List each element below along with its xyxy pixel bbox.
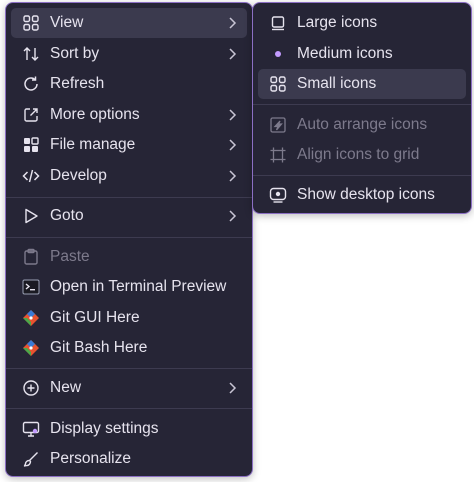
terminal-icon bbox=[21, 277, 41, 297]
menu-item-open-terminal-preview[interactable]: Open in Terminal Preview bbox=[11, 272, 247, 302]
view-submenu: Large icons Medium icons Small icons Aut… bbox=[252, 2, 472, 214]
menu-item-label: View bbox=[50, 14, 84, 31]
menu-item-paste: Paste bbox=[11, 242, 247, 272]
menu-item-label: Small icons bbox=[297, 75, 377, 92]
git-icon bbox=[21, 338, 41, 358]
refresh-icon bbox=[21, 74, 41, 94]
menu-separator bbox=[6, 237, 252, 238]
menu-item-label: Show desktop icons bbox=[297, 186, 435, 203]
menu-item-git-bash-here[interactable]: Git Bash Here bbox=[11, 333, 247, 363]
menu-item-label: Develop bbox=[50, 167, 107, 184]
menu-item-label: Goto bbox=[50, 207, 84, 224]
menu-item-label: Sort by bbox=[50, 45, 100, 62]
menu-item-view[interactable]: View bbox=[11, 8, 247, 38]
display-icon bbox=[21, 419, 41, 439]
menu-item-label: Display settings bbox=[50, 420, 159, 437]
chevron-right-icon bbox=[225, 169, 239, 183]
grid-icon bbox=[21, 13, 41, 33]
menu-separator bbox=[253, 104, 471, 105]
menu-item-label: Git GUI Here bbox=[50, 309, 140, 326]
menu-item-label: Personalize bbox=[50, 450, 131, 467]
dot-icon bbox=[268, 44, 288, 64]
menu-item-goto[interactable]: Goto bbox=[11, 201, 247, 231]
chevron-right-icon bbox=[225, 16, 239, 30]
menu-item-display-settings[interactable]: Display settings bbox=[11, 414, 247, 444]
chevron-right-icon bbox=[225, 108, 239, 122]
menu-item-sort-by[interactable]: Sort by bbox=[11, 39, 247, 69]
menu-item-git-gui-here[interactable]: Git GUI Here bbox=[11, 303, 247, 333]
code-icon bbox=[21, 166, 41, 186]
square-icon bbox=[268, 13, 288, 33]
menu-item-personalize[interactable]: Personalize bbox=[11, 444, 247, 474]
submenu-item-large-icons[interactable]: Large icons bbox=[258, 8, 466, 38]
menu-separator bbox=[6, 368, 252, 369]
menu-separator bbox=[6, 408, 252, 409]
clipboard-icon bbox=[21, 247, 41, 267]
git-icon bbox=[21, 308, 41, 328]
sort-icon bbox=[21, 44, 41, 64]
menu-item-label: Open in Terminal Preview bbox=[50, 278, 227, 295]
submenu-item-small-icons[interactable]: Small icons bbox=[258, 69, 466, 99]
menu-separator bbox=[6, 197, 252, 198]
submenu-item-medium-icons[interactable]: Medium icons bbox=[258, 39, 466, 69]
menu-item-label: Large icons bbox=[297, 14, 378, 31]
chevron-right-icon bbox=[225, 381, 239, 395]
plus-circle-icon bbox=[21, 378, 41, 398]
menu-item-label: Paste bbox=[50, 248, 90, 265]
menu-item-label: Medium icons bbox=[297, 45, 393, 62]
menu-item-file-manage[interactable]: File manage bbox=[11, 130, 247, 160]
menu-item-label: More options bbox=[50, 106, 140, 123]
submenu-item-auto-arrange: Auto arrange icons bbox=[258, 110, 466, 140]
chevron-right-icon bbox=[225, 209, 239, 223]
align-grid-icon bbox=[268, 145, 288, 165]
auto-arrange-icon bbox=[268, 115, 288, 135]
goto-icon bbox=[21, 206, 41, 226]
grid-icon bbox=[268, 74, 288, 94]
external-icon bbox=[21, 105, 41, 125]
menu-item-new[interactable]: New bbox=[11, 373, 247, 403]
menu-item-refresh[interactable]: Refresh bbox=[11, 69, 247, 99]
menu-item-more-options[interactable]: More options bbox=[11, 100, 247, 130]
menu-item-label: Refresh bbox=[50, 75, 105, 92]
menu-item-label: Git Bash Here bbox=[50, 339, 148, 356]
context-menu: View Sort by Refresh More options File m… bbox=[5, 2, 253, 477]
menu-item-label: Align icons to grid bbox=[297, 146, 420, 163]
menu-item-label: Auto arrange icons bbox=[297, 116, 428, 133]
desktop-icon bbox=[268, 185, 288, 205]
menu-item-label: New bbox=[50, 379, 82, 396]
apps-icon bbox=[21, 135, 41, 155]
menu-item-develop[interactable]: Develop bbox=[11, 161, 247, 191]
chevron-right-icon bbox=[225, 47, 239, 61]
menu-item-label: File manage bbox=[50, 136, 136, 153]
submenu-item-show-desktop-icons[interactable]: Show desktop icons bbox=[258, 180, 466, 210]
menu-separator bbox=[253, 175, 471, 176]
chevron-right-icon bbox=[225, 138, 239, 152]
submenu-item-align-to-grid: Align icons to grid bbox=[258, 140, 466, 170]
brush-icon bbox=[21, 449, 41, 469]
